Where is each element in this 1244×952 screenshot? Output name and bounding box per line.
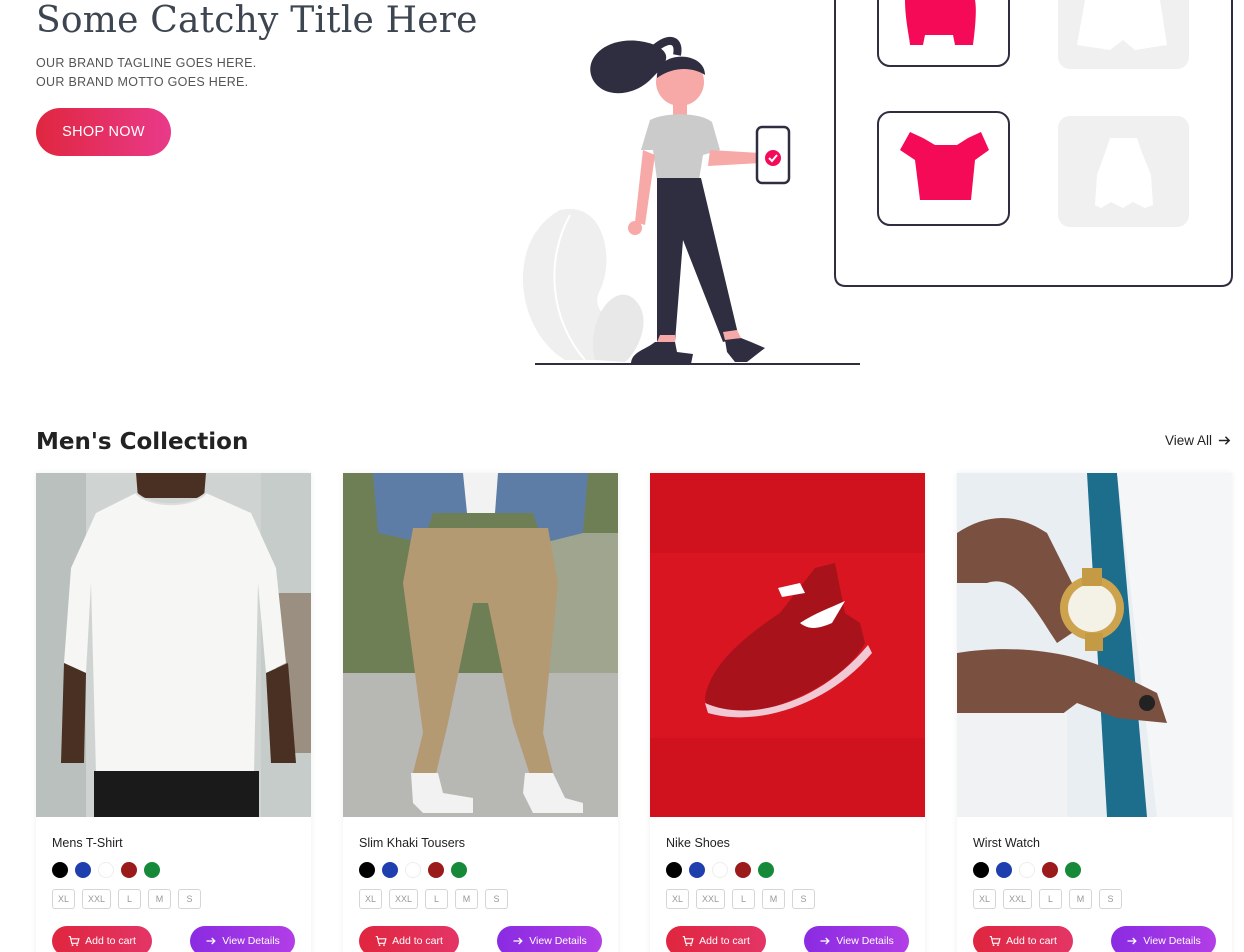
color-swatch[interactable]	[735, 862, 751, 878]
view-details-label: View Details	[529, 935, 587, 947]
size-option[interactable]: XXL	[1003, 889, 1033, 909]
size-option[interactable]: S	[792, 889, 816, 909]
size-option[interactable]: M	[455, 889, 479, 909]
size-option[interactable]: L	[732, 889, 756, 909]
arrow-right-icon	[1127, 937, 1137, 945]
brand-tagline: OUR BRAND TAGLINE GOES HERE.	[36, 56, 257, 70]
add-to-cart-button[interactable]: Add to cart	[359, 926, 459, 952]
color-swatch[interactable]	[52, 862, 68, 878]
size-option[interactable]: S	[485, 889, 509, 909]
view-details-button[interactable]: View Details	[497, 926, 602, 952]
color-swatch[interactable]	[75, 862, 91, 878]
size-option[interactable]: XXL	[82, 889, 112, 909]
size-option[interactable]: L	[1039, 889, 1063, 909]
color-swatch[interactable]	[666, 862, 682, 878]
cart-icon	[682, 935, 694, 947]
product-name: Nike Shoes	[666, 836, 730, 850]
product-image[interactable]	[650, 473, 925, 817]
size-options: XL XXL L M S	[359, 889, 509, 909]
color-swatch[interactable]	[1065, 862, 1081, 878]
product-card: Wirst Watch XL XXL L M S Add to cart Vie…	[957, 473, 1232, 952]
color-swatch[interactable]	[405, 862, 421, 878]
color-swatches	[359, 862, 467, 878]
product-card: Nike Shoes XL XXL L M S Add to cart View…	[650, 473, 925, 952]
color-swatch[interactable]	[689, 862, 705, 878]
add-to-cart-label: Add to cart	[699, 935, 750, 947]
view-details-label: View Details	[1143, 935, 1201, 947]
size-options: XL XXL L M S	[52, 889, 202, 909]
section-title: Men's Collection	[36, 429, 249, 455]
size-option[interactable]: M	[148, 889, 172, 909]
add-to-cart-label: Add to cart	[1006, 935, 1057, 947]
color-swatches	[973, 862, 1081, 878]
size-option[interactable]: S	[1099, 889, 1123, 909]
product-name: Slim Khaki Tousers	[359, 836, 466, 850]
color-swatch[interactable]	[996, 862, 1012, 878]
product-name: Wirst Watch	[973, 836, 1040, 850]
product-image[interactable]	[343, 473, 618, 817]
size-option[interactable]: M	[1069, 889, 1093, 909]
product-name: Mens T-Shirt	[52, 836, 123, 850]
view-details-button[interactable]: View Details	[190, 926, 295, 952]
cart-icon	[375, 935, 387, 947]
brand-motto: OUR BRAND MOTTO GOES HERE.	[36, 75, 249, 89]
color-swatch[interactable]	[758, 862, 774, 878]
product-image[interactable]	[957, 473, 1232, 817]
product-grid: Mens T-Shirt XL XXL L M S Add to cart Vi…	[36, 473, 1232, 952]
color-swatch[interactable]	[451, 862, 467, 878]
color-swatch[interactable]	[144, 862, 160, 878]
add-to-cart-button[interactable]: Add to cart	[52, 926, 152, 952]
size-option[interactable]: XL	[666, 889, 690, 909]
arrow-right-icon	[1218, 436, 1231, 445]
view-details-button[interactable]: View Details	[804, 926, 909, 952]
size-option[interactable]: XXL	[389, 889, 419, 909]
color-swatch[interactable]	[712, 862, 728, 878]
shop-now-button[interactable]: SHOP NOW	[36, 108, 171, 156]
arrow-right-icon	[820, 937, 830, 945]
add-to-cart-button[interactable]: Add to cart	[666, 926, 766, 952]
size-option[interactable]: L	[425, 889, 449, 909]
product-card: Mens T-Shirt XL XXL L M S Add to cart Vi…	[36, 473, 311, 952]
color-swatch[interactable]	[382, 862, 398, 878]
color-swatch[interactable]	[428, 862, 444, 878]
cart-icon	[68, 935, 80, 947]
view-details-label: View Details	[222, 935, 280, 947]
hero-title: Some Catchy Title Here	[36, 0, 478, 41]
view-all-link[interactable]: View All	[1165, 433, 1232, 448]
color-swatch[interactable]	[359, 862, 375, 878]
size-option[interactable]: L	[118, 889, 142, 909]
size-option[interactable]: S	[178, 889, 202, 909]
size-option[interactable]: M	[762, 889, 786, 909]
view-details-label: View Details	[836, 935, 894, 947]
color-swatch[interactable]	[973, 862, 989, 878]
product-card: Slim Khaki Tousers XL XXL L M S Add to c…	[343, 473, 618, 952]
add-to-cart-button[interactable]: Add to cart	[973, 926, 1073, 952]
view-details-button[interactable]: View Details	[1111, 926, 1216, 952]
color-swatches	[666, 862, 774, 878]
arrow-right-icon	[513, 937, 523, 945]
cart-icon	[989, 935, 1001, 947]
color-swatch[interactable]	[1019, 862, 1035, 878]
color-swatches	[52, 862, 160, 878]
hero-illustration	[522, 0, 1233, 365]
size-options: XL XXL L M S	[973, 889, 1123, 909]
add-to-cart-label: Add to cart	[392, 935, 443, 947]
size-option[interactable]: XXL	[696, 889, 726, 909]
add-to-cart-label: Add to cart	[85, 935, 136, 947]
size-options: XL XXL L M S	[666, 889, 816, 909]
size-option[interactable]: XL	[973, 889, 997, 909]
size-option[interactable]: XL	[52, 889, 76, 909]
color-swatch[interactable]	[98, 862, 114, 878]
product-image[interactable]	[36, 473, 311, 817]
color-swatch[interactable]	[121, 862, 137, 878]
arrow-right-icon	[206, 937, 216, 945]
view-all-label: View All	[1164, 433, 1212, 448]
color-swatch[interactable]	[1042, 862, 1058, 878]
size-option[interactable]: XL	[359, 889, 383, 909]
